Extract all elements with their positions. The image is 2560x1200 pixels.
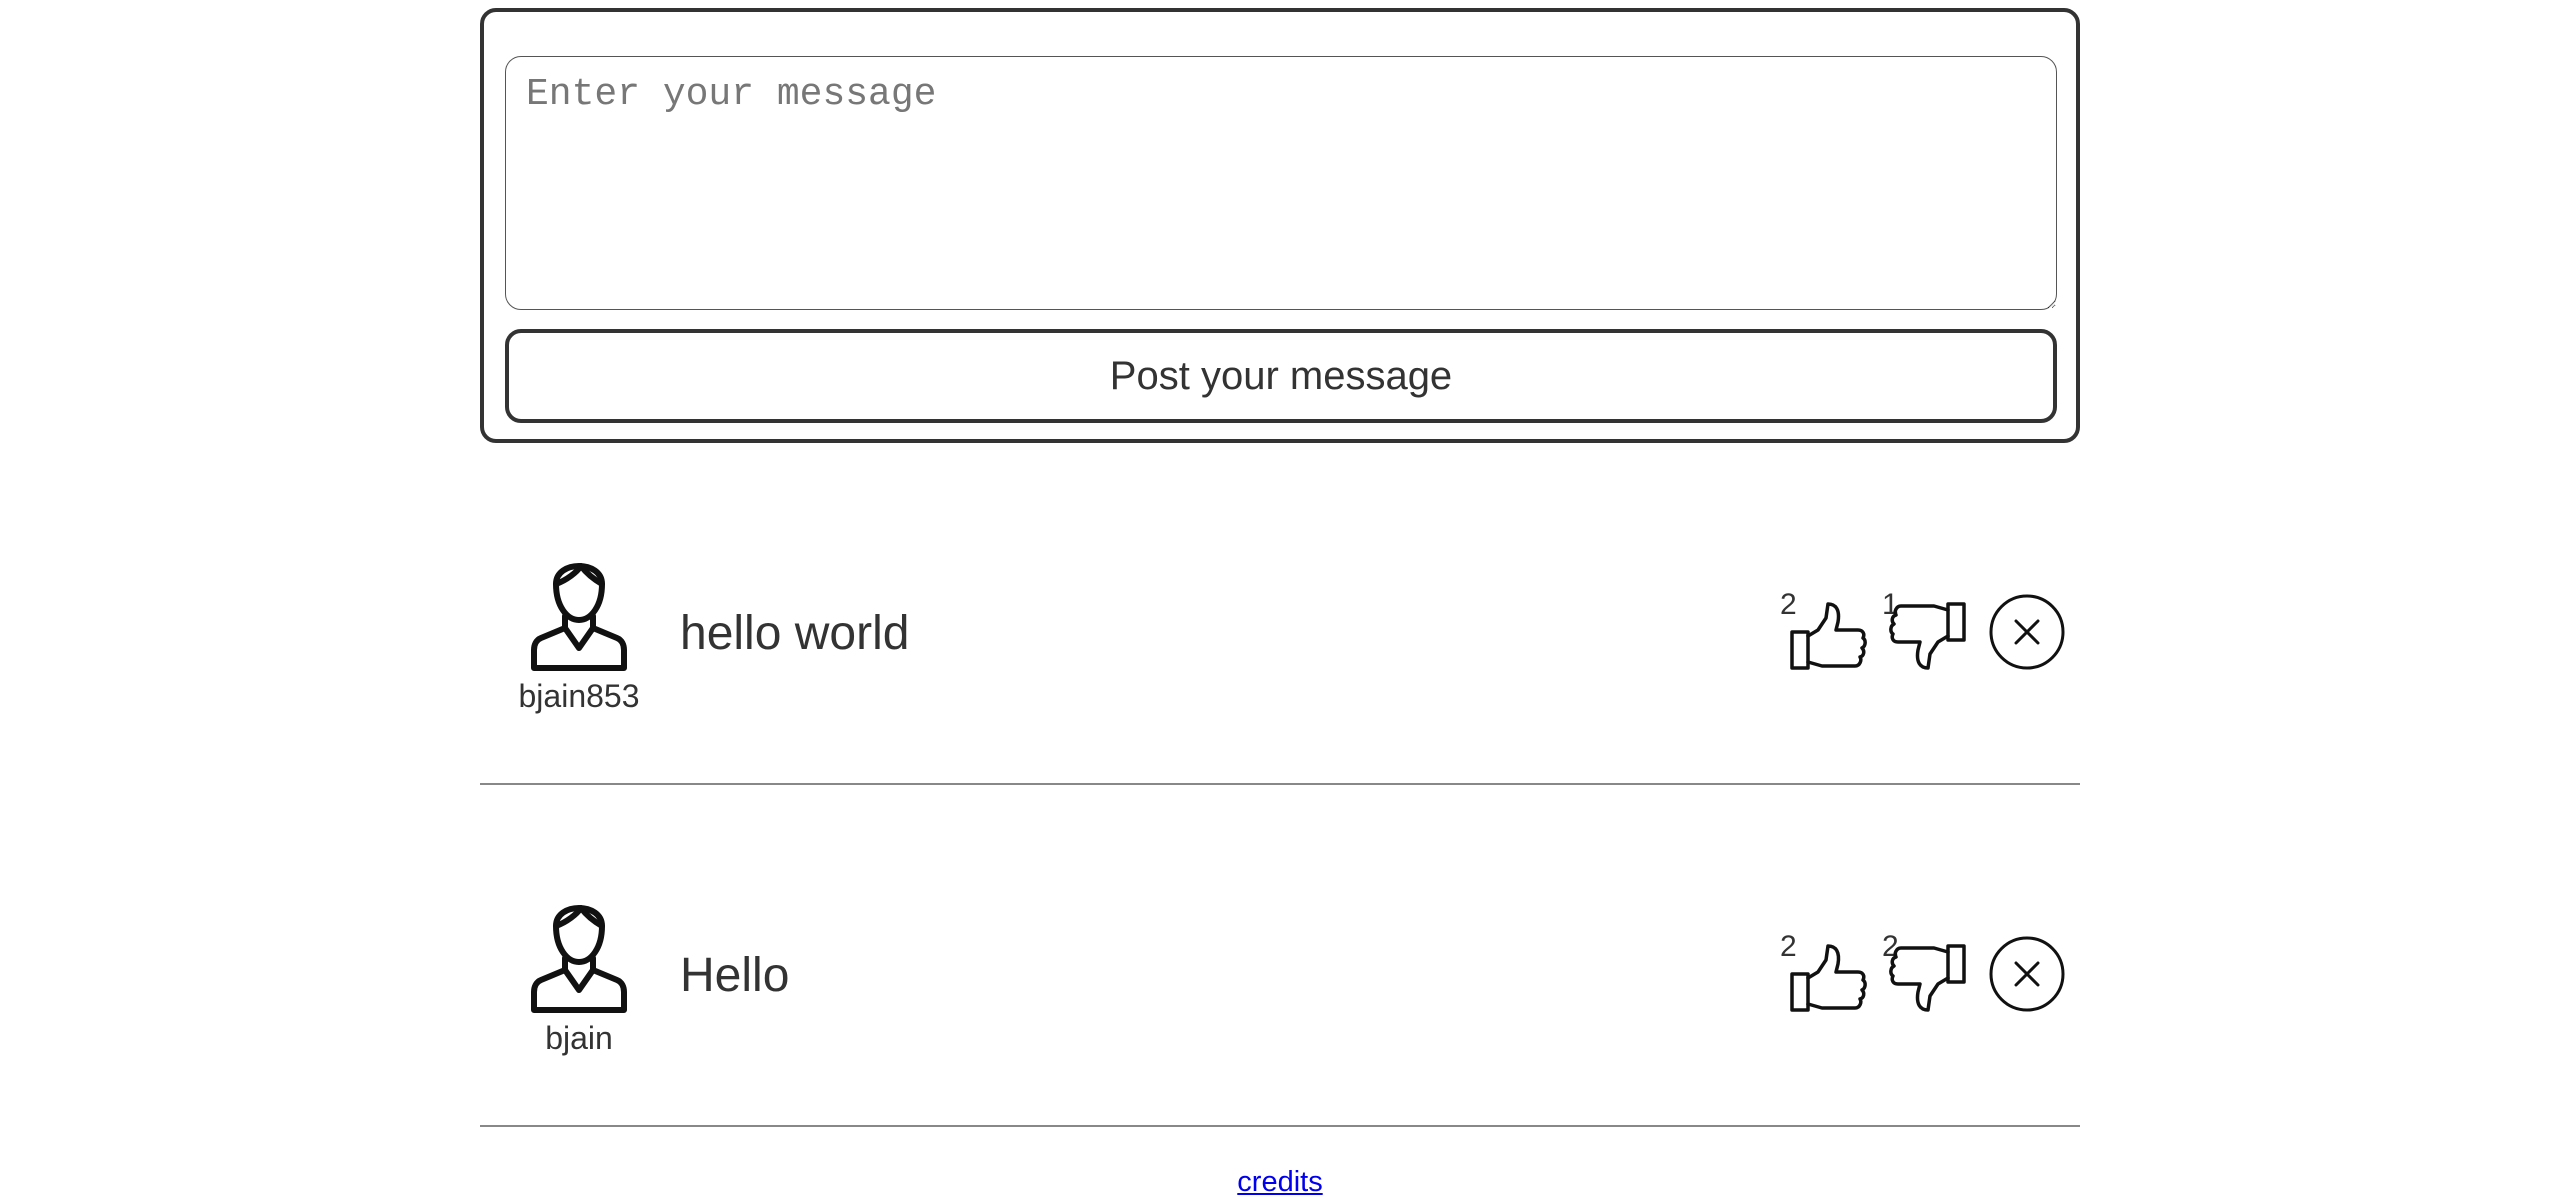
post-author: bjain xyxy=(514,892,644,1057)
user-avatar-icon xyxy=(531,905,627,1013)
post-message-button[interactable]: Post your message xyxy=(505,329,2057,423)
message-input[interactable] xyxy=(505,56,2057,310)
message-composer: Post your message xyxy=(480,8,2080,443)
thumbs-down-icon[interactable] xyxy=(1888,942,1968,1014)
thumbs-down-icon[interactable] xyxy=(1888,600,1968,672)
post-actions: 2 1 xyxy=(1780,588,2070,674)
post-message: hello world xyxy=(680,607,910,660)
thumbs-up-icon[interactable] xyxy=(1788,942,1868,1014)
footer: credits xyxy=(0,1166,2560,1199)
credits-link[interactable]: credits xyxy=(1237,1166,1322,1198)
post-author: bjain853 xyxy=(514,550,644,715)
post-actions: 2 2 xyxy=(1780,930,2070,1016)
close-circle-icon[interactable] xyxy=(1988,593,2066,671)
post-item: bjain Hello 2 2 xyxy=(480,832,2080,1127)
post-message: Hello xyxy=(680,949,790,1002)
thumbs-up-icon[interactable] xyxy=(1788,600,1868,672)
user-avatar-icon xyxy=(531,563,627,671)
close-circle-icon[interactable] xyxy=(1988,935,2066,1013)
page: Post your message bjain853 hello world 2 xyxy=(0,0,2560,1200)
author-username: bjain853 xyxy=(518,678,640,714)
author-username: bjain xyxy=(545,1020,613,1056)
post-item: bjain853 hello world 2 1 xyxy=(480,490,2080,785)
